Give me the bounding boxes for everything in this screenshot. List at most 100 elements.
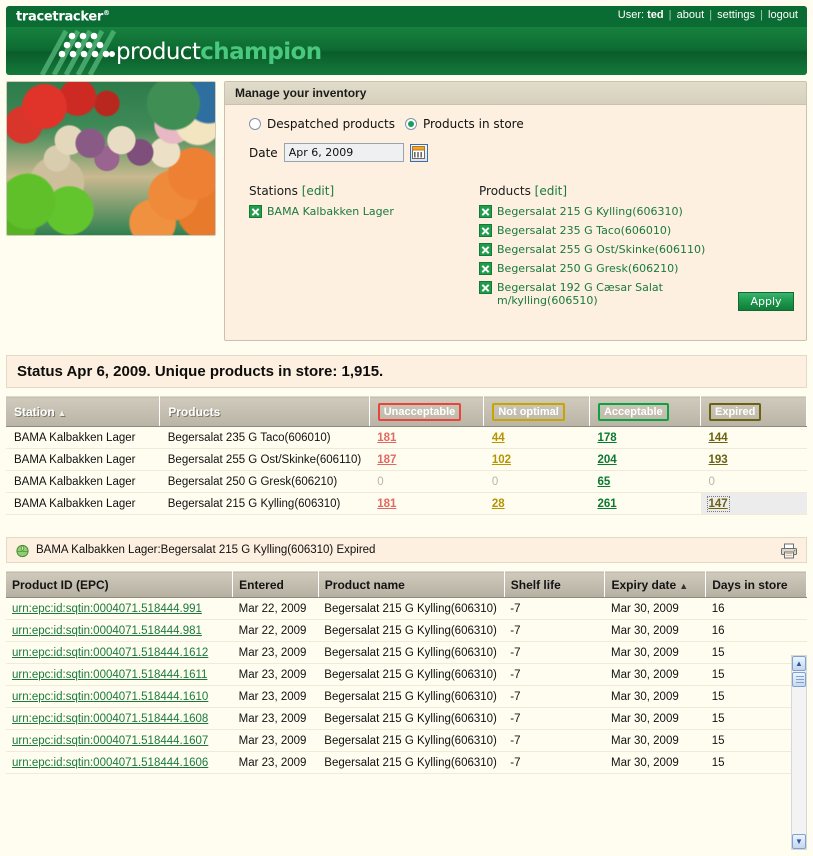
epc-link[interactable]: urn:epc:id:sqtin:0004071.518444.991 xyxy=(12,603,202,615)
tracetracker-logo-text: tracetracker xyxy=(16,9,103,25)
brand-word-product: product xyxy=(116,39,201,65)
epc-link[interactable]: urn:epc:id:sqtin:0004071.518444.1612 xyxy=(12,647,208,659)
printer-icon[interactable] xyxy=(780,542,798,563)
nav-link-about[interactable]: about xyxy=(677,9,705,21)
stations-edit-link[interactable]: [edit] xyxy=(302,184,334,198)
scroll-up-button[interactable]: ▲ xyxy=(792,656,806,671)
product-list-item[interactable]: Begersalat 255 G Ost/Skinke(606110) xyxy=(479,243,739,256)
checkbox-checked-icon[interactable] xyxy=(479,281,492,294)
apply-button[interactable]: Apply xyxy=(738,292,794,311)
cell-not-optimal: 44 xyxy=(483,426,590,449)
cell-acceptable: 65 xyxy=(589,470,701,493)
epc-link[interactable]: urn:epc:id:sqtin:0004071.518444.1606 xyxy=(12,757,208,769)
scroll-down-button[interactable]: ▼ xyxy=(792,834,806,849)
column-header-shelf-life[interactable]: Shelf life xyxy=(504,571,606,598)
cell-expired: 193 xyxy=(700,448,807,471)
cell-shelf-life: -7 xyxy=(504,729,605,752)
product-list-item[interactable]: Begersalat 215 G Kylling(606310) xyxy=(479,205,739,218)
checkbox-checked-icon[interactable] xyxy=(479,243,492,256)
count-link-unacceptable[interactable]: 181 xyxy=(377,432,396,444)
radio-despatched-products[interactable]: Despatched products xyxy=(249,117,395,131)
product-list-item[interactable]: Begersalat 192 G Cæsar Salat m/kylling(6… xyxy=(479,281,739,307)
count-link-acceptable[interactable]: 65 xyxy=(597,476,610,488)
cell-epc: urn:epc:id:sqtin:0004071.518444.981 xyxy=(6,619,233,642)
epc-link[interactable]: urn:epc:id:sqtin:0004071.518444.1611 xyxy=(12,669,207,681)
radio-in-store-icon[interactable] xyxy=(404,118,417,130)
table-row: urn:epc:id:sqtin:0004071.518444.981 Mar … xyxy=(6,619,807,642)
count-link-expired[interactable]: 144 xyxy=(709,432,728,444)
column-header-product-name[interactable]: Product name xyxy=(318,571,505,598)
epc-link[interactable]: urn:epc:id:sqtin:0004071.518444.1610 xyxy=(12,691,208,703)
checkbox-checked-icon[interactable] xyxy=(479,262,492,275)
cell-epc: urn:epc:id:sqtin:0004071.518444.1612 xyxy=(6,641,233,664)
checkbox-checked-icon[interactable] xyxy=(479,205,492,218)
column-header-not-optimal-label: Not optimal xyxy=(492,402,565,421)
produce-photo xyxy=(6,81,216,236)
count-link-not-optimal[interactable]: 28 xyxy=(492,498,505,510)
printer-glyph xyxy=(781,543,797,559)
cell-entered: Mar 22, 2009 xyxy=(232,619,319,642)
registered-mark-icon: ® xyxy=(102,8,110,17)
stations-column: Stations [edit] BAMA Kalbakken Lager xyxy=(249,184,479,313)
cell-expiry: Mar 30, 2009 xyxy=(604,641,706,664)
detail-table-scrollbar[interactable]: ▲ ▼ xyxy=(791,655,807,850)
product-list-item[interactable]: Begersalat 235 G Taco(606010) xyxy=(479,224,739,237)
brand-bar: productchampion xyxy=(6,27,807,75)
site-header: tracetracker® User: ted | about | settin… xyxy=(0,0,813,75)
products-heading-label: Products xyxy=(479,184,531,198)
cell-not-optimal: 0 xyxy=(483,470,590,493)
column-header-acceptable[interactable]: Acceptable xyxy=(589,396,702,427)
column-header-products[interactable]: Products xyxy=(159,396,370,427)
column-header-station[interactable]: Station ▲ xyxy=(6,396,161,427)
scrollbar-thumb[interactable] xyxy=(792,672,806,687)
cell-expiry: Mar 30, 2009 xyxy=(604,707,706,730)
count-link-acceptable[interactable]: 204 xyxy=(597,454,616,466)
count-link-expired[interactable]: 147 xyxy=(706,495,730,512)
cell-product-name: Begersalat 215 G Kylling(606310) xyxy=(318,597,505,620)
count-link-not-optimal[interactable]: 102 xyxy=(492,454,511,466)
count-link-acceptable[interactable]: 261 xyxy=(597,498,616,510)
radio-despatched-icon[interactable] xyxy=(249,118,261,130)
radio-products-in-store[interactable]: Products in store xyxy=(404,117,524,131)
epc-link[interactable]: urn:epc:id:sqtin:0004071.518444.981 xyxy=(12,625,202,637)
cell-shelf-life: -7 xyxy=(504,619,605,642)
calendar-icon[interactable] xyxy=(409,143,428,162)
column-header-days-in-store[interactable]: Days in store xyxy=(705,571,807,598)
checkbox-checked-icon[interactable] xyxy=(479,224,492,237)
product-item-label: Begersalat 235 G Taco(606010) xyxy=(497,224,672,237)
nav-link-settings[interactable]: settings xyxy=(717,9,755,21)
column-header-expired[interactable]: Expired xyxy=(700,396,807,427)
count-link-expired[interactable]: 193 xyxy=(709,454,728,466)
column-header-expiry-date[interactable]: Expiry date ▲ xyxy=(604,571,707,598)
epc-link[interactable]: urn:epc:id:sqtin:0004071.518444.1607 xyxy=(12,735,208,747)
cell-epc: urn:epc:id:sqtin:0004071.518444.1610 xyxy=(6,685,233,708)
products-edit-link[interactable]: [edit] xyxy=(535,184,567,198)
tracetracker-logo[interactable]: tracetracker® xyxy=(16,9,110,24)
top-row: Manage your inventory Despatched product… xyxy=(6,81,807,341)
cell-not-optimal: 28 xyxy=(483,492,590,515)
detail-table: Product ID (EPC) Entered Product name Sh… xyxy=(6,571,807,774)
column-header-not-optimal[interactable]: Not optimal xyxy=(483,396,590,427)
count-link-unacceptable[interactable]: 187 xyxy=(377,454,396,466)
epc-link[interactable]: urn:epc:id:sqtin:0004071.518444.1608 xyxy=(12,713,208,725)
count-link-unacceptable[interactable]: 181 xyxy=(377,498,396,510)
stations-heading-label: Stations xyxy=(249,184,298,198)
column-header-expiry-label: Expiry date xyxy=(611,577,677,592)
column-header-unacceptable[interactable]: Unacceptable xyxy=(369,396,485,427)
count-link-not-optimal[interactable]: 44 xyxy=(492,432,505,444)
cell-shelf-life: -7 xyxy=(504,751,605,774)
cell-product: Begersalat 215 G Kylling(606310) xyxy=(159,492,370,515)
cell-unacceptable: 187 xyxy=(369,448,484,471)
count-link-acceptable[interactable]: 178 xyxy=(597,432,616,444)
table-row: BAMA Kalbakken Lager Begersalat 215 G Ky… xyxy=(6,492,807,515)
checkbox-checked-icon[interactable] xyxy=(249,205,262,218)
detail-table-header-row: Product ID (EPC) Entered Product name Sh… xyxy=(6,571,807,598)
column-header-entered[interactable]: Entered xyxy=(232,571,319,598)
date-input[interactable] xyxy=(283,143,404,162)
nav-link-logout[interactable]: logout xyxy=(768,9,798,21)
column-header-product-id[interactable]: Product ID (EPC) xyxy=(6,571,234,598)
column-header-station-label: Station xyxy=(14,404,55,419)
station-list-item[interactable]: BAMA Kalbakken Lager xyxy=(249,205,479,218)
cell-product-name: Begersalat 215 G Kylling(606310) xyxy=(318,685,505,708)
product-list-item[interactable]: Begersalat 250 G Gresk(606210) xyxy=(479,262,739,275)
